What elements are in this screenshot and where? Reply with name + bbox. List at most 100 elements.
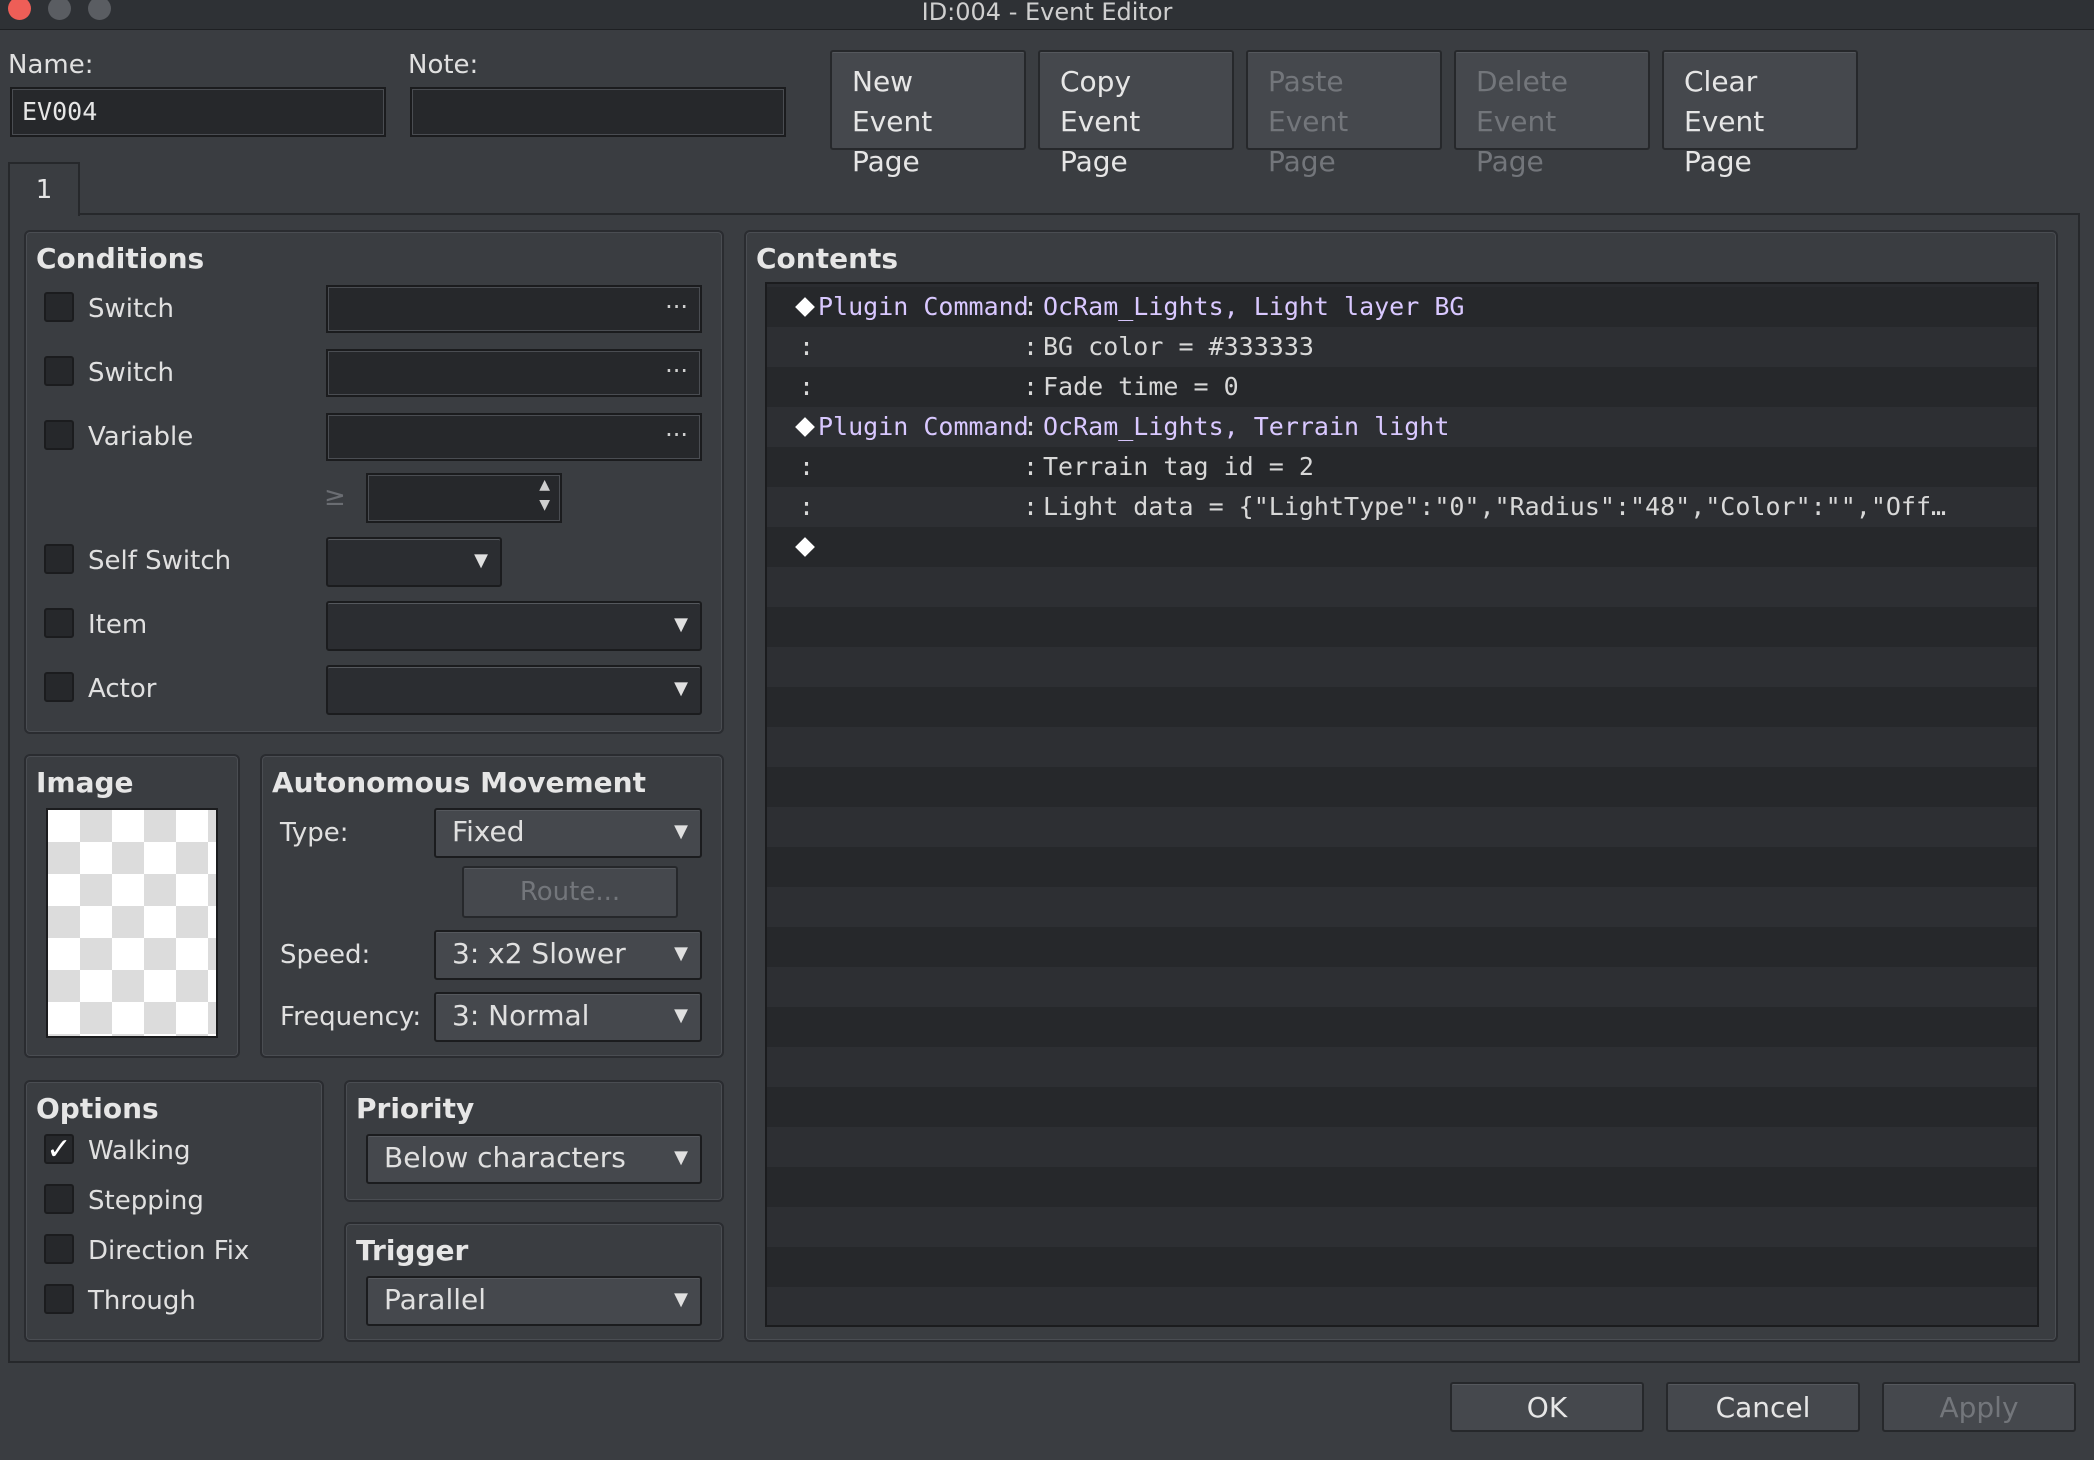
command-separator: : <box>1023 292 1039 321</box>
name-input[interactable]: EV004 <box>10 87 386 137</box>
command-row[interactable]: :: Fade time = 0 <box>767 367 2037 407</box>
self-switch-checkbox[interactable] <box>44 544 74 574</box>
command-row[interactable] <box>767 1167 2037 1207</box>
apply-button[interactable]: Apply <box>1882 1382 2076 1432</box>
actor-dropdown[interactable]: ▼ <box>326 665 702 715</box>
ellipsis-icon: ··· <box>665 357 688 385</box>
command-text: Fade time = 0 <box>1043 372 1239 401</box>
through-label: Through <box>88 1286 196 1316</box>
command-row[interactable] <box>767 887 2037 927</box>
command-row[interactable] <box>767 647 2037 687</box>
command-row[interactable] <box>767 847 2037 887</box>
command-row[interactable]: :: Light data = {"LightType":"0","Radius"… <box>767 487 2037 527</box>
priority-dropdown[interactable]: Below characters ▼ <box>366 1134 702 1184</box>
command-row[interactable]: :: BG color = #333333 <box>767 327 2037 367</box>
cancel-button[interactable]: Cancel <box>1666 1382 1860 1432</box>
command-row[interactable] <box>767 527 2037 567</box>
through-checkbox[interactable] <box>44 1284 74 1314</box>
conditions-title: Conditions <box>36 242 205 275</box>
command-row[interactable] <box>767 807 2037 847</box>
actor-checkbox[interactable] <box>44 672 74 702</box>
direction-fix-checkbox[interactable] <box>44 1234 74 1264</box>
switch2-field[interactable]: ··· <box>326 349 702 397</box>
chevron-down-icon: ▼ <box>674 821 688 842</box>
command-marker-icon <box>795 297 815 317</box>
chevron-down-icon: ▼ <box>674 1289 688 1310</box>
variable-field[interactable]: ··· <box>326 413 702 461</box>
ok-button[interactable]: OK <box>1450 1382 1644 1432</box>
stepping-checkbox[interactable] <box>44 1184 74 1214</box>
character-image-preview[interactable] <box>46 808 218 1038</box>
continuation-colon: : <box>799 492 815 521</box>
copy-event-page-button[interactable]: Copy Event Page <box>1038 50 1234 178</box>
movement-type-dropdown[interactable]: Fixed ▼ <box>434 808 702 858</box>
paste-event-page-button[interactable]: Paste Event Page <box>1246 50 1442 178</box>
self-switch-dropdown[interactable]: ▼ <box>326 537 502 587</box>
stepper-down-icon[interactable]: ▼ <box>539 497 550 513</box>
command-row[interactable] <box>767 727 2037 767</box>
variable-value-stepper[interactable]: ▲ ▼ <box>366 473 562 523</box>
priority-value: Below characters <box>384 1141 626 1174</box>
variable-checkbox[interactable] <box>44 420 74 450</box>
trigger-value: Parallel <box>384 1283 487 1316</box>
item-checkbox[interactable] <box>44 608 74 638</box>
command-type: Plugin Command <box>818 292 1029 321</box>
event-command-list[interactable]: Plugin Command: OcRam_Lights, Light layer… <box>765 282 2039 1327</box>
clear-event-page-button[interactable]: Clear Event Page <box>1662 50 1858 178</box>
button-line2: Event Page <box>1684 105 1765 178</box>
switch1-checkbox[interactable] <box>44 292 74 322</box>
speed-label: Speed: <box>280 940 371 970</box>
command-row[interactable] <box>767 687 2037 727</box>
command-separator: : <box>1023 332 1039 361</box>
options-title: Options <box>36 1092 159 1125</box>
stepping-label: Stepping <box>88 1186 204 1216</box>
command-row[interactable] <box>767 607 2037 647</box>
image-title: Image <box>36 766 134 799</box>
route-button[interactable]: Route... <box>462 866 678 918</box>
command-row[interactable]: Plugin Command: OcRam_Lights, Terrain lig… <box>767 407 2037 447</box>
new-event-page-button[interactable]: New Event Page <box>830 50 1026 178</box>
note-input[interactable] <box>410 87 786 137</box>
delete-event-page-button[interactable]: Delete Event Page <box>1454 50 1650 178</box>
walking-checkbox[interactable]: ✓ <box>44 1134 74 1165</box>
frequency-dropdown[interactable]: 3: Normal ▼ <box>434 992 702 1042</box>
command-row[interactable] <box>767 1047 2037 1087</box>
actor-label: Actor <box>88 674 157 704</box>
command-row[interactable] <box>767 927 2037 967</box>
command-text: OcRam_Lights, Terrain light <box>1043 412 1450 441</box>
command-text: Terrain tag id = 2 <box>1043 452 1314 481</box>
command-row[interactable] <box>767 1247 2037 1287</box>
variable-label: Variable <box>88 422 194 452</box>
speed-value: 3: x2 Slower <box>452 937 626 970</box>
command-row[interactable] <box>767 1127 2037 1167</box>
command-text: Light data = {"LightType":"0","Radius":"… <box>1043 492 1947 521</box>
command-row[interactable] <box>767 1087 2037 1127</box>
command-row[interactable] <box>767 1007 2037 1047</box>
variable-operator: ≥ <box>324 482 346 512</box>
name-label: Name: <box>8 50 94 80</box>
command-row[interactable] <box>767 967 2037 1007</box>
switch1-field[interactable]: ··· <box>326 285 702 333</box>
speed-dropdown[interactable]: 3: x2 Slower ▼ <box>434 930 702 980</box>
movement-type-label: Type: <box>280 818 349 848</box>
item-label: Item <box>88 610 148 640</box>
frequency-value: 3: Normal <box>452 999 590 1032</box>
button-line1: Copy <box>1060 65 1132 98</box>
window-title: ID:004 - Event Editor <box>921 0 1173 26</box>
walking-label: Walking <box>88 1136 191 1166</box>
stepper-up-icon[interactable]: ▲ <box>539 477 550 493</box>
switch2-label: Switch <box>88 358 174 388</box>
command-row[interactable]: Plugin Command: OcRam_Lights, Light layer… <box>767 287 2037 327</box>
trigger-dropdown[interactable]: Parallel ▼ <box>366 1276 702 1326</box>
tab-page-1[interactable]: 1 <box>8 162 80 216</box>
item-dropdown[interactable]: ▼ <box>326 601 702 651</box>
command-separator: : <box>1023 452 1039 481</box>
command-row[interactable] <box>767 1207 2037 1247</box>
switch2-checkbox[interactable] <box>44 356 74 386</box>
command-row[interactable] <box>767 767 2037 807</box>
command-row[interactable] <box>767 567 2037 607</box>
command-row[interactable] <box>767 1287 2037 1325</box>
command-type: Plugin Command <box>818 412 1029 441</box>
command-row[interactable]: :: Terrain tag id = 2 <box>767 447 2037 487</box>
chevron-down-icon: ▼ <box>674 1005 688 1026</box>
